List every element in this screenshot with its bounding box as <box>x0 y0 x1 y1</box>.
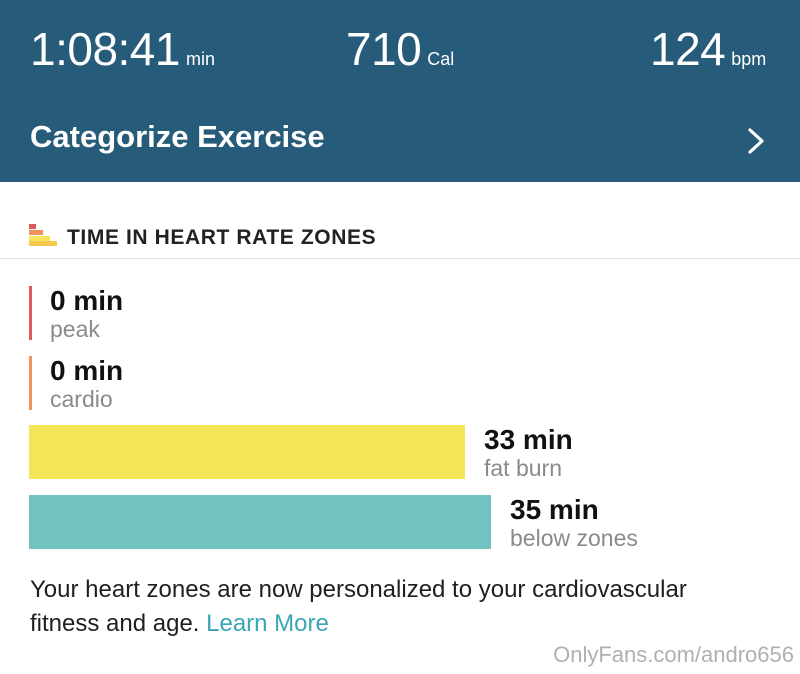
peak-label: peak <box>50 316 100 342</box>
workout-summary-header: 1:08:41 min 710 Cal 124 bpm Categorize Exer… <box>0 0 800 182</box>
zones-section-title: TIME IN HEART RATE ZONES <box>67 226 377 249</box>
zones-section-header: TIME IN HEART RATE ZONES <box>0 210 800 259</box>
peak-zone-text: 0 min peak <box>50 285 124 343</box>
zone-row-peak: 0 min peak <box>0 286 800 342</box>
watermark: OnlyFans.com/andro656 <box>553 642 794 667</box>
categorize-exercise-button[interactable]: Categorize Exercise <box>0 100 800 182</box>
categorize-exercise-label: Categorize Exercise <box>30 119 325 154</box>
duration-stat: 1:08:41 min <box>30 22 215 76</box>
zone-row-below-zones: 35 min below zones <box>0 495 800 551</box>
cardio-label: cardio <box>50 386 113 412</box>
calories-stat: 710 Cal <box>346 22 454 76</box>
duration-unit: min <box>185 49 215 69</box>
calories-unit: Cal <box>427 49 455 69</box>
peak-zone-bar <box>29 286 32 340</box>
zone-row-cardio: 0 min cardio <box>0 356 800 412</box>
below-zones-zone-text: 35 min below zones <box>510 494 638 552</box>
heart-rate-unit: bpm <box>731 49 767 69</box>
cardio-minutes: 0 min <box>50 355 124 386</box>
zone-row-fat-burn: 33 min fat burn <box>0 425 800 481</box>
personalized-zones-note: Your heart zones are now personalized to… <box>30 573 730 641</box>
note-text: Your heart zones are now personalized to… <box>30 576 687 637</box>
calories-value: 710 <box>346 23 422 75</box>
cardio-zone-bar <box>29 356 32 410</box>
fat-burn-zone-bar <box>29 425 465 479</box>
learn-more-link[interactable]: Learn More <box>206 610 329 637</box>
heart-zones-icon <box>29 224 57 246</box>
heart-rate-value: 124 <box>650 23 726 75</box>
duration-value: 1:08:41 <box>30 23 180 75</box>
heart-rate-stat: 124 bpm <box>650 22 766 76</box>
fat-burn-minutes: 33 min <box>484 424 573 455</box>
below-zones-minutes: 35 min <box>510 494 599 525</box>
chevron-right-icon <box>748 128 764 154</box>
below-zones-label: below zones <box>510 525 638 551</box>
fat-burn-label: fat burn <box>484 455 562 481</box>
cardio-zone-text: 0 min cardio <box>50 355 124 413</box>
peak-minutes: 0 min <box>50 285 124 316</box>
fat-burn-zone-text: 33 min fat burn <box>484 424 573 482</box>
below-zones-zone-bar <box>29 495 491 549</box>
